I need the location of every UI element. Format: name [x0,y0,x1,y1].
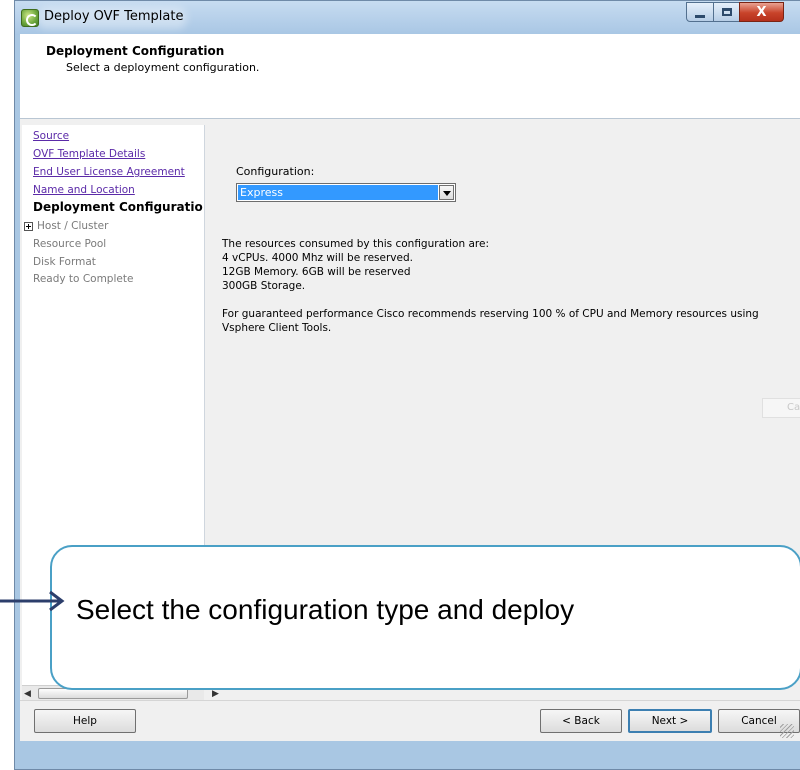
scroll-left-icon[interactable]: ◀ [24,689,31,699]
back-button[interactable]: < Back [540,709,622,733]
recommendation-line-1: For guaranteed performance Cisco recomme… [222,308,759,320]
page-title: Deployment Configuration [46,44,225,58]
close-button[interactable]: X [739,2,784,22]
window-title: Deploy OVF Template [44,9,184,24]
close-icon: X [756,4,767,20]
nav-step-name-location[interactable]: Name and Location [33,184,135,196]
minimize-button[interactable] [686,2,714,22]
resources-intro: The resources consumed by this configura… [222,238,489,250]
resize-grip-icon[interactable] [780,724,794,738]
title-bar[interactable]: Deploy OVF Template X [15,1,800,35]
configuration-selected-value: Express [238,185,438,200]
scroll-right-icon[interactable]: ▶ [212,689,219,699]
nav-step-deployment-configuration: Deployment Configuration [33,200,203,214]
configuration-label: Configuration: [236,165,315,178]
callout-text: Select the configuration type and deploy [76,594,575,625]
help-button[interactable]: Help [34,709,136,733]
expand-icon[interactable] [24,222,33,231]
recommendation-line-2: Vsphere Client Tools. [222,322,332,334]
wizard-footer: Help < Back Next > Cancel [20,700,800,741]
page-subtitle: Select a deployment configuration. [66,61,260,74]
nav-step-source[interactable]: Source [33,130,69,142]
maximize-button[interactable] [713,2,740,22]
minimize-icon [695,14,705,18]
nav-step-disk-format: Disk Format [33,256,96,268]
vsphere-app-icon [21,9,39,27]
wizard-header: Deployment Configuration Select a deploy… [20,34,800,119]
nav-step-resource-pool: Resource Pool [33,238,107,250]
next-button[interactable]: Next > [628,709,712,733]
callout-arrow-icon [0,590,65,612]
resources-memory: 12GB Memory. 6GB will be reserved [222,266,411,278]
maximize-icon [721,8,732,16]
nav-step-ready-to-complete: Ready to Complete [33,273,134,285]
nav-step-host-cluster: Host / Cluster [37,220,109,232]
configuration-select[interactable]: Express [236,183,456,202]
nav-step-ovf-template-details[interactable]: OVF Template Details [33,148,145,160]
hidden-cancel-button: Ca [762,398,800,418]
resources-cpu: 4 vCPUs. 4000 Mhz will be reserved. [222,252,413,264]
resources-storage: 300GB Storage. [222,280,306,292]
nav-step-eula[interactable]: End User License Agreement [33,166,185,178]
dropdown-arrow-icon[interactable] [439,185,454,200]
